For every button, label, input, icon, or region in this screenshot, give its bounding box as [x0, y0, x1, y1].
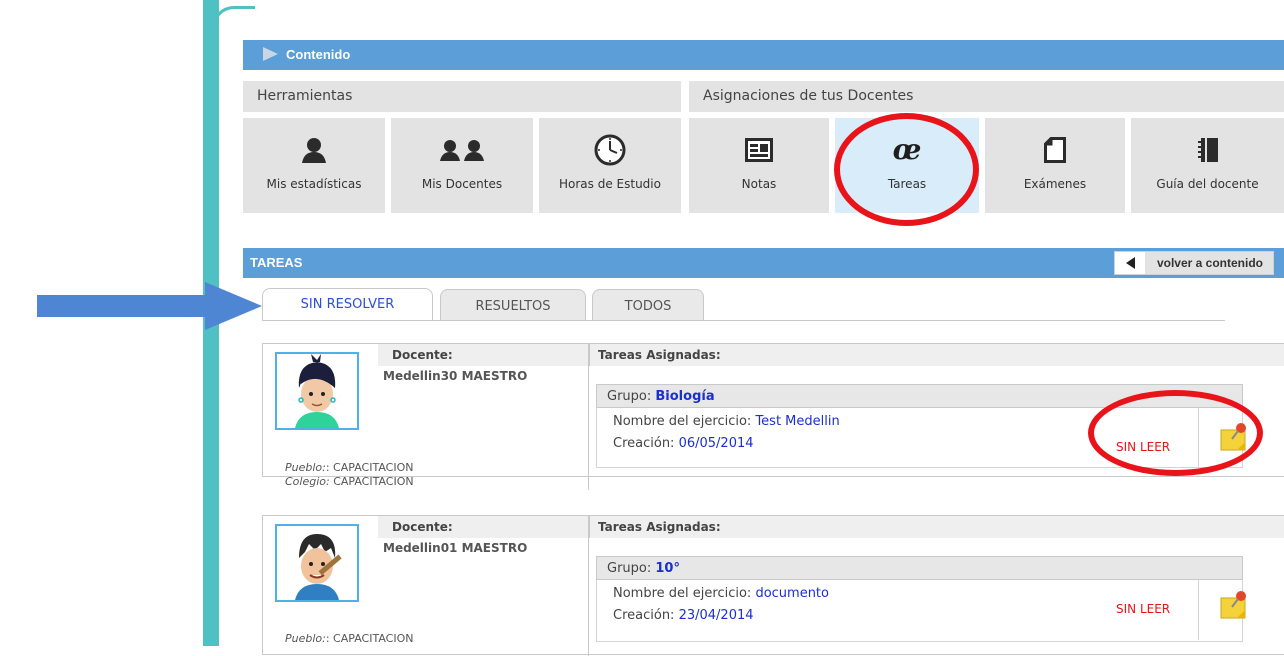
creacion-key: Creación: [613, 608, 675, 623]
status-divider [1198, 580, 1199, 640]
tareas-asignadas-header: Tareas Asignadas: [589, 516, 1284, 538]
tab-resueltos[interactable]: RESUELTOS [440, 289, 586, 321]
tile-horas-de-estudio[interactable]: Horas de Estudio [539, 118, 681, 213]
tile-guia-del-docente[interactable]: Guía del docente [1131, 118, 1284, 213]
tile-mis-docentes[interactable]: Mis Docentes [391, 118, 533, 213]
pueblo-line: Pueblo:: CAPACITACION [285, 632, 413, 645]
pinned-note-icon[interactable] [1219, 590, 1249, 619]
herramientas-bar: Herramientas [243, 81, 681, 112]
contenido-header[interactable]: Contenido [243, 40, 1284, 70]
tile-examenes[interactable]: Exámenes [985, 118, 1125, 213]
avatar [275, 524, 359, 602]
pinned-note-icon[interactable] [1219, 422, 1249, 451]
tabs-underline [262, 320, 1225, 321]
tile-label: Mis Docentes [421, 177, 503, 191]
task-card: Docente: Medellin30 MAESTRO Pueblo:: CAP… [262, 343, 1284, 490]
creacion-key: Creación: [613, 436, 675, 451]
tile-label: Mis estadísticas [266, 177, 362, 191]
tareas-asignadas-header: Tareas Asignadas: [589, 344, 1284, 366]
grupo-value: Biología [655, 389, 715, 404]
grupo-bar: Grupo: 10° [596, 556, 1243, 580]
ejercicio-value[interactable]: documento [755, 586, 829, 601]
volver-label: volver a contenido [1156, 256, 1263, 270]
status-badge: SIN LEER [1116, 440, 1171, 454]
tile-mis-estadisticas[interactable]: Mis estadísticas [243, 118, 385, 213]
tile-label: Horas de Estudio [559, 177, 661, 191]
grupo-bar: Grupo: Biología [596, 384, 1243, 408]
blue-arrow-icon [37, 282, 262, 330]
notebook-icon [1131, 136, 1284, 164]
avatar [275, 352, 359, 430]
colegio-key: Colegio: [285, 475, 330, 488]
status-divider [1198, 408, 1199, 468]
clock-icon [539, 134, 681, 166]
id-card-icon [689, 136, 829, 164]
tab-todos[interactable]: TODOS [592, 289, 704, 321]
grupo-key: Grupo: [607, 561, 652, 576]
tile-tareas[interactable]: œ Tareas [835, 118, 979, 213]
tareas-title: TAREAS [250, 255, 303, 270]
play-icon [263, 47, 278, 61]
volver-button[interactable]: volver a contenido [1113, 251, 1274, 275]
asignaciones-bar: Asignaciones de tus Docentes [689, 81, 1284, 112]
tab-sin-resolver[interactable]: SIN RESOLVER [262, 288, 433, 321]
tile-notas[interactable]: Notas [689, 118, 829, 213]
ejercicio-key: Nombre del ejercicio: [613, 414, 752, 429]
tile-label: Notas [741, 177, 777, 191]
grupo-value: 10° [655, 561, 680, 576]
colegio-line: Colegio: CAPACITACION [285, 475, 414, 488]
docente-header: Docente: [378, 344, 588, 366]
colegio-value: CAPACITACION [329, 475, 414, 488]
docente-name: Medellin30 MAESTRO [383, 369, 528, 383]
back-arrow-icon [1114, 252, 1145, 274]
tareas-header: TAREAS volver a contenido [243, 248, 1284, 278]
ejercicio-value[interactable]: Test Medellin [755, 414, 839, 429]
pueblo-key: Pueblo: [285, 461, 326, 474]
svg-text:œ: œ [893, 135, 922, 165]
grupo-key: Grupo: [607, 389, 652, 404]
tile-label: Exámenes [1023, 177, 1087, 191]
docente-name: Medellin01 MAESTRO [383, 541, 528, 555]
task-card: Docente: Medellin01 MAESTRO Pueblo:: CAP… [262, 515, 1284, 656]
pueblo-value: : CAPACITACION [325, 632, 414, 645]
docente-header: Docente: [378, 516, 588, 538]
pueblo-key: Pueblo: [285, 632, 326, 645]
person-icon [243, 136, 385, 164]
oe-logo-icon: œ [835, 135, 979, 165]
tile-label: Guía del docente [1156, 177, 1259, 191]
pueblo-value: : CAPACITACION [325, 461, 414, 474]
panel-corner [212, 6, 255, 39]
status-badge: SIN LEER [1116, 602, 1171, 616]
document-icon [985, 136, 1125, 164]
people-icon [391, 136, 533, 164]
tile-label: Tareas [887, 177, 927, 191]
pueblo-line: Pueblo:: CAPACITACION [285, 461, 413, 474]
creacion-value: 06/05/2014 [678, 436, 754, 451]
exercise-item[interactable]: Nombre del ejercicio: Test Medellin Crea… [596, 408, 1243, 468]
ejercicio-key: Nombre del ejercicio: [613, 586, 752, 601]
contenido-title: Contenido [286, 47, 351, 62]
creacion-value: 23/04/2014 [678, 608, 754, 623]
